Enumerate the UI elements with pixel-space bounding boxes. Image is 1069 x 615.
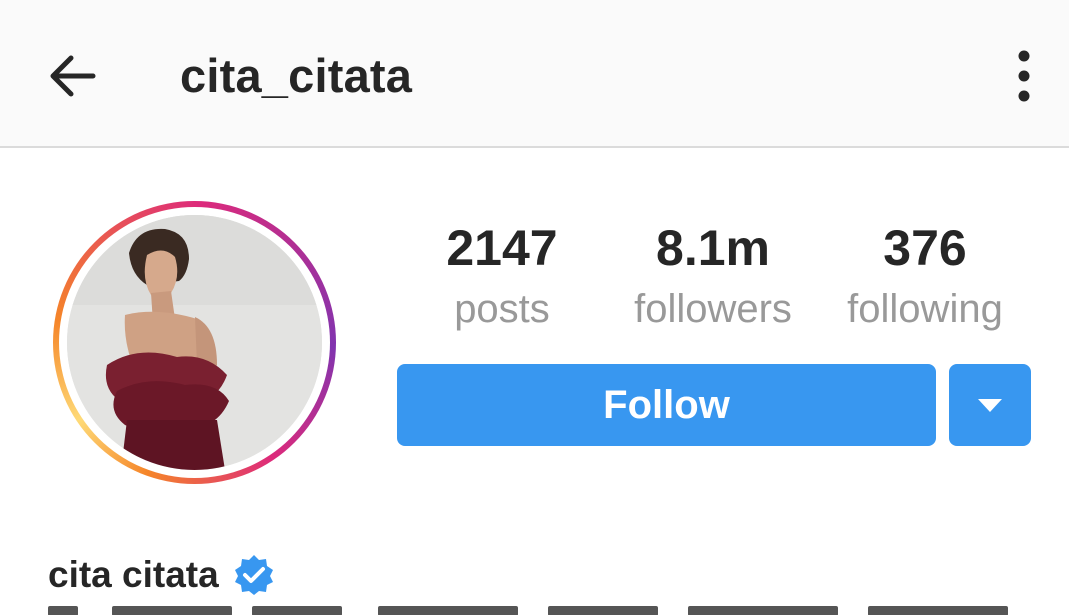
arrow-left-icon	[50, 55, 96, 97]
suggestions-dropdown-button[interactable]	[949, 364, 1031, 446]
back-button[interactable]	[36, 40, 108, 112]
following-value: 376	[883, 220, 967, 276]
posts-value: 2147	[446, 220, 558, 276]
followers-value: 8.1m	[656, 220, 770, 276]
posts-count[interactable]: 2147 posts	[402, 218, 602, 336]
profile-photo	[67, 215, 322, 470]
bio-text-clipped	[48, 603, 1018, 615]
more-options-button[interactable]	[998, 40, 1050, 112]
more-vertical-icon	[1018, 50, 1030, 102]
verified-badge-icon	[234, 555, 273, 595]
page-title: cita_citata	[180, 49, 413, 102]
followers-label: followers	[634, 287, 792, 331]
avatar	[67, 215, 322, 470]
top-app-bar: cita_citata	[0, 0, 1069, 148]
story-ring[interactable]	[53, 201, 336, 484]
full-name-row: cita citata	[48, 552, 275, 598]
caret-down-icon	[978, 399, 1002, 412]
following-label: following	[847, 287, 1003, 331]
following-count[interactable]: 376 following	[825, 218, 1025, 336]
profile-screen: cita_citata 2147 posts 8.1m followers 37…	[0, 0, 1069, 615]
full-name: cita citata	[48, 554, 219, 595]
followers-count[interactable]: 8.1m followers	[613, 218, 813, 336]
posts-label: posts	[454, 287, 550, 331]
follow-button[interactable]: Follow	[397, 364, 936, 446]
